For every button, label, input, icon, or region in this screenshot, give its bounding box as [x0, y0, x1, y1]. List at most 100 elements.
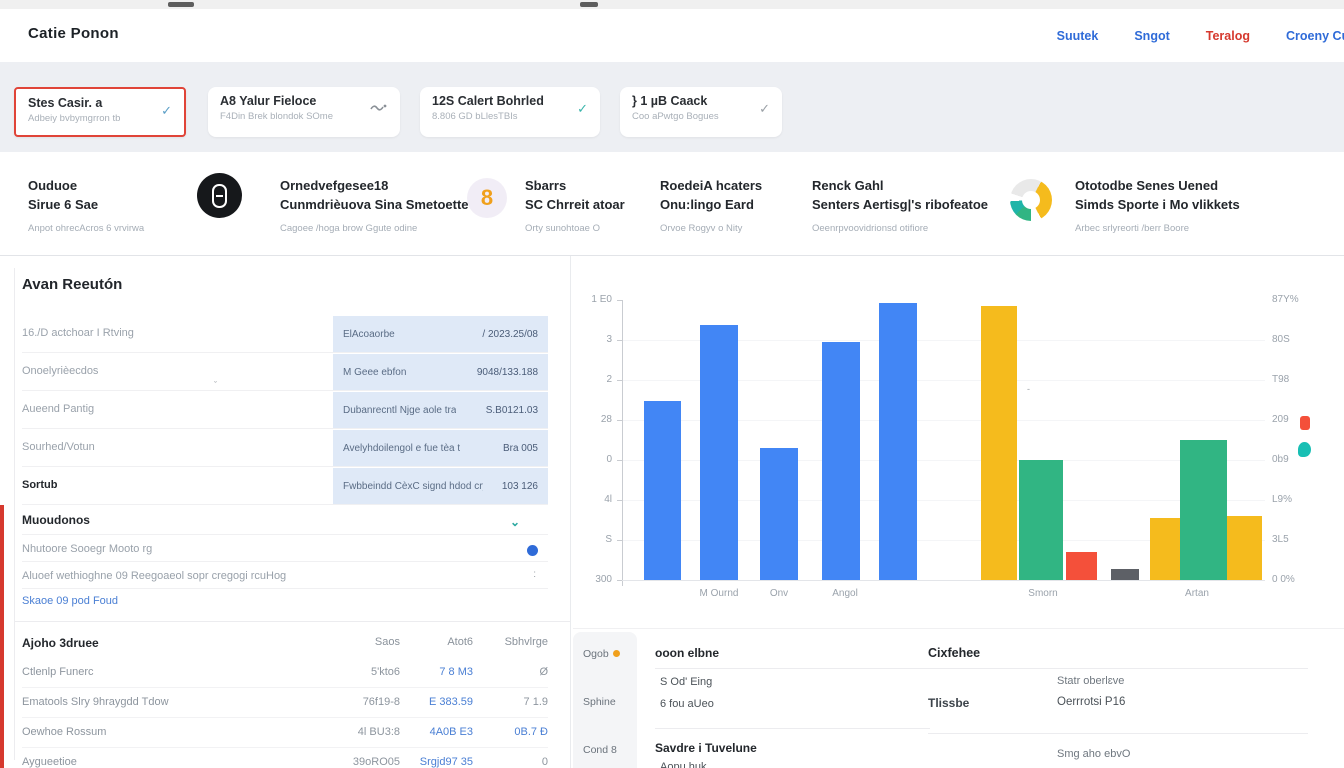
feature-subtitle: Anpot ohrecAcros 6 vrvirwa [28, 223, 144, 234]
form-row-label: Onoelyrièecdos [22, 365, 98, 377]
feature-item-2[interactable]: Ornedvefgesee18Cunmdrièuova Sina Smetoet… [280, 176, 469, 234]
y-axis-label: 0 [578, 454, 612, 465]
divider [14, 621, 570, 622]
chart-bar [981, 306, 1017, 580]
stat-card-subtitle: Adbeiy bvbymgrron tb [28, 113, 172, 124]
x-axis-label: Onv [770, 588, 788, 599]
detail-rail: Ogob Sphine Cond 8 [573, 632, 637, 768]
expander-row[interactable]: Muoudonos ⌄ [22, 507, 548, 535]
table-row[interactable]: Oewhoe Rossum 4l BU3:8 4A0B E3 0B.7 Ð [22, 718, 548, 748]
table-row[interactable]: Ctlenlp Funerc 5'kto6 7 8 M3 Ø [22, 658, 548, 688]
form-field[interactable]: Fwbbeindd CèxC signd hdod cry 103 126 [333, 468, 548, 504]
y-axis-right-label: 87Y% [1272, 294, 1299, 305]
chart-bar [1180, 440, 1227, 580]
x-axis-label: Angol [832, 588, 858, 599]
table-header-name: Ajoho 3druee [22, 636, 99, 650]
table-cell: 4l BU3:8 [358, 726, 400, 738]
stat-card-2[interactable]: A8 Yalur Fieloce F4Din Brek blondok SOme [208, 87, 400, 137]
legend-drop-icon [1298, 442, 1311, 457]
feature-item-6[interactable]: Ototodbe Senes UenedSimds Sporte i Mo vl… [1075, 176, 1240, 234]
feature-title: RoedeiA hcatersOnu:lingo Eard [660, 176, 762, 214]
table-header-row: Ajoho 3druee Saos Atot6 Sbhvlrge [22, 628, 548, 658]
x-axis-label: Artan [1185, 588, 1209, 599]
legend-square-icon [1300, 416, 1310, 430]
option-label: Aluoef wethioghne 09 Reegoaeol sopr creg… [22, 570, 286, 582]
panel-title: Avan Reeutón [22, 276, 122, 293]
option-row[interactable]: Aluoef wethioghne 09 Reegoaeol sopr creg… [22, 563, 548, 589]
table-header-col1: Saos [375, 636, 400, 648]
y-axis-label: 3 [578, 334, 612, 345]
bar-chart: 1 E087Y%380S2T982820900b94lL9%S3L53000 0… [570, 256, 1344, 628]
features-strip: OuduoeSirue 6 Sae Anpot ohrecAcros 6 vrv… [0, 152, 1344, 256]
rail-tab-1[interactable]: Ogob [583, 648, 620, 660]
detail-row-line: 6 fou aUeo [660, 698, 714, 710]
feature-subtitle: Oeenrpvoovidrionsd otifiore [812, 223, 988, 234]
nav-link-3[interactable]: Teralog [1206, 29, 1250, 43]
chart-bar [1111, 569, 1139, 580]
divider [655, 668, 930, 669]
table-cell-name: Aygueetioe [22, 756, 77, 768]
table-header-col2: Atot6 [447, 636, 473, 648]
form-field[interactable]: M Geee ebfon 9048/133.188 [333, 354, 548, 390]
feature-item-4[interactable]: RoedeiA hcatersOnu:lingo Eard Orvoe Rogy… [660, 176, 762, 234]
form-row: Onoelyrièecdos M Geee ebfon 9048/133.188 [22, 353, 548, 391]
x-axis [622, 580, 1265, 581]
stat-card-selected[interactable]: Stes Casir. a Adbeiy bvbymgrron tb ✓ [14, 87, 186, 137]
stat-card-3[interactable]: 12S Calert Bohrled 8.806 GD bLlesTBIs ✓ [420, 87, 600, 137]
table-cell-link[interactable]: 0B.7 Ð [514, 726, 548, 738]
nav-link-1[interactable]: Suutek [1057, 29, 1099, 43]
stat-card-4[interactable]: } 1 µB Caack Coo aPwtgo Bogues ✓ [620, 87, 782, 137]
form-row-label: Sourhed/Votun [22, 441, 95, 453]
y-axis-right-label: L9% [1272, 494, 1292, 505]
divider [928, 733, 1308, 734]
check-icon: ✓ [759, 101, 770, 117]
rail-tab-3[interactable]: Cond 8 [583, 744, 617, 756]
feature-item-5[interactable]: Renck GahlSenters Aertisg|'s ribofeatoe … [812, 176, 988, 234]
form-field[interactable]: Avelyhdoilengol e fue tèa t Bra 005 [333, 430, 548, 466]
table-row[interactable]: Aygueetioe 39oRO05 Srgjd97 35 0 [22, 748, 548, 768]
table-cell-link[interactable]: Srgjd97 35 [420, 756, 473, 768]
radio-selected-icon[interactable] [527, 545, 538, 556]
chart-bar [1066, 552, 1097, 580]
form-field[interactable]: Dubanrecntl Njge aole tra S.B0121.03 [333, 392, 548, 428]
top-strip [0, 0, 1344, 9]
y-axis-label: S [578, 534, 612, 545]
feature-item-3[interactable]: SbarrsSC Chrreit atoar Orty sunohtoae O [525, 176, 625, 234]
y-axis-right-label: 209 [1272, 414, 1289, 425]
lock-icon [197, 173, 242, 218]
form-row: 16./D actchoar I Rtving ElAcoaorbe / 202… [22, 315, 548, 353]
check-icon: ✓ [577, 101, 588, 117]
table-cell: 0 [542, 756, 548, 768]
rail-tab-2[interactable]: Sphine [583, 696, 616, 708]
table-cell-link[interactable]: E 383.59 [429, 696, 473, 708]
detail-row-line: Aopu huk [660, 761, 706, 768]
chart-bar [700, 325, 738, 580]
chart-bar [760, 448, 798, 580]
stat-card-title: } 1 µB Caack [632, 94, 770, 108]
form-row-label: Aueend Pantig [22, 403, 94, 415]
nav-link-2[interactable]: Sngot [1134, 29, 1169, 43]
nav-link-4[interactable]: Croeny Cuon [1286, 29, 1344, 43]
table-cell-link[interactable]: 4A0B E3 [430, 726, 473, 738]
option-row[interactable]: Nhutoore Sooegr Mooto rg [22, 536, 548, 562]
feature-title: Renck GahlSenters Aertisg|'s ribofeatoe [812, 176, 988, 214]
y-axis-right-label: 0b9 [1272, 454, 1289, 465]
top-nav: Suutek Sngot Teralog Croeny Cuon [1057, 9, 1344, 62]
feature-title: Ototodbe Senes UenedSimds Sporte i Mo vl… [1075, 176, 1240, 214]
stat-card-title: 12S Calert Bohrled [432, 94, 588, 108]
feature-item-1[interactable]: OuduoeSirue 6 Sae Anpot ohrecAcros 6 vrv… [28, 176, 144, 234]
table-row[interactable]: Ematools Slry 9hraygdd Tdow 76f19-8 E 38… [22, 688, 548, 718]
panel-border [14, 268, 15, 760]
app-logo: Catie Ponon [28, 25, 119, 42]
option-label: Nhutoore Sooegr Mooto rg [22, 543, 152, 555]
y-axis-label: 2 [578, 374, 612, 385]
form-row: Sourhed/Votun Avelyhdoilengol e fue tèa … [22, 429, 548, 467]
chart-bar [1227, 516, 1262, 580]
form-field[interactable]: ElAcoaorbe / 2023.25/08 [333, 316, 548, 352]
table-cell: Ø [539, 666, 548, 678]
top-strip-mark [168, 2, 194, 7]
table-cell-link[interactable]: 7 8 M3 [439, 666, 473, 678]
panel-link[interactable]: Skaoe 09 pod Foud [22, 595, 118, 607]
stat-card-subtitle: F4Din Brek blondok SOme [220, 111, 388, 122]
person-badge-icon: 8 [467, 178, 507, 218]
